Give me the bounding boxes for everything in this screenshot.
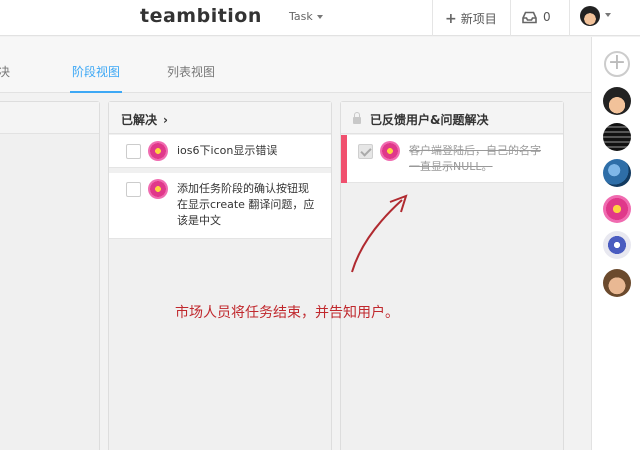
task-card[interactable]: 客户端登陆后，自己的名字 一直显示NULL。 [341, 135, 563, 183]
task-card[interactable]: ios6下icon显示错误 [109, 135, 331, 168]
inbox-button[interactable]: 0 [522, 10, 551, 24]
man-avatar[interactable] [603, 269, 631, 297]
top-bar: teambition Task + 新项目 0 [0, 0, 640, 36]
new-project-label: 新项目 [460, 12, 497, 26]
caret-down-icon [316, 15, 323, 19]
column-header [0, 102, 99, 134]
user-menu[interactable] [580, 6, 611, 30]
stage-column-partial [0, 101, 100, 450]
task-checkbox[interactable] [126, 144, 141, 159]
flower-avatar [148, 179, 168, 199]
tab-list-view[interactable]: 列表视图 [167, 63, 215, 80]
task-title-line: 该是中文 [177, 214, 221, 227]
earth-avatar[interactable] [603, 159, 631, 187]
priority-flag [341, 135, 347, 183]
column-header[interactable]: 已解决 › [109, 102, 331, 134]
new-project-button[interactable]: + 新项目 [445, 10, 497, 27]
member-rail: + [591, 37, 640, 450]
flower-avatar [380, 141, 400, 161]
flower-avatar[interactable] [603, 195, 631, 223]
task-title: ios6下icon显示错误 [177, 144, 278, 157]
flower-avatar [148, 141, 168, 161]
divider [569, 0, 570, 36]
inbox-icon [522, 11, 537, 24]
annotation-arrow [351, 194, 408, 273]
user-avatar [580, 6, 600, 26]
task-title: 添加任务阶段的确认按钮现 在显示create 翻译问题，应 该是中文 [177, 181, 314, 229]
lock-icon [353, 112, 361, 124]
view-tabs: 决 阶段视图 列表视图 [0, 37, 591, 93]
task-title-line: 在显示create 翻译问题，应 [177, 198, 315, 211]
plus-icon: + [445, 11, 457, 27]
task-checkbox[interactable] [126, 182, 141, 197]
column-title: 已解决 [121, 113, 158, 127]
logo[interactable]: teambition [140, 5, 262, 27]
task-checkbox-checked[interactable] [358, 144, 373, 159]
project-select[interactable]: Task [289, 10, 323, 23]
task-title-line: 客户端登陆后，自己的名字 [409, 144, 541, 157]
column-header[interactable]: 已反馈用户&问题解决 [341, 102, 563, 134]
column-title: 已反馈用户&问题解决 [370, 113, 489, 127]
task-title-line: 添加任务阶段的确认按钮现 [177, 182, 309, 195]
chevron-right-icon[interactable]: › [163, 113, 168, 127]
active-tab-indicator [70, 91, 122, 93]
caret-down-icon [605, 13, 611, 17]
task-title: 客户端登陆后，自己的名字 一直显示NULL。 [409, 143, 541, 175]
add-member-button[interactable]: + [604, 51, 630, 77]
annotation-note: 市场人员将任务结束，并告知用户。 [175, 305, 399, 321]
dark-pattern-avatar[interactable] [603, 123, 631, 151]
face-avatar[interactable] [603, 87, 631, 115]
robot-avatar[interactable] [603, 231, 631, 259]
stage-column-resolved: 已解决 › ios6下icon显示错误 添加任务阶段的确认按钮现 在显示creat… [108, 101, 332, 450]
task-title-line: 一直显示NULL。 [409, 160, 493, 173]
tab-partial[interactable]: 决 [0, 63, 10, 80]
inbox-count: 0 [543, 10, 551, 24]
divider [510, 0, 511, 36]
project-select-label: Task [289, 10, 313, 23]
divider [432, 0, 433, 36]
tab-stage-view[interactable]: 阶段视图 [72, 63, 120, 80]
task-card[interactable]: 添加任务阶段的确认按钮现 在显示create 翻译问题，应 该是中文 [109, 173, 331, 239]
